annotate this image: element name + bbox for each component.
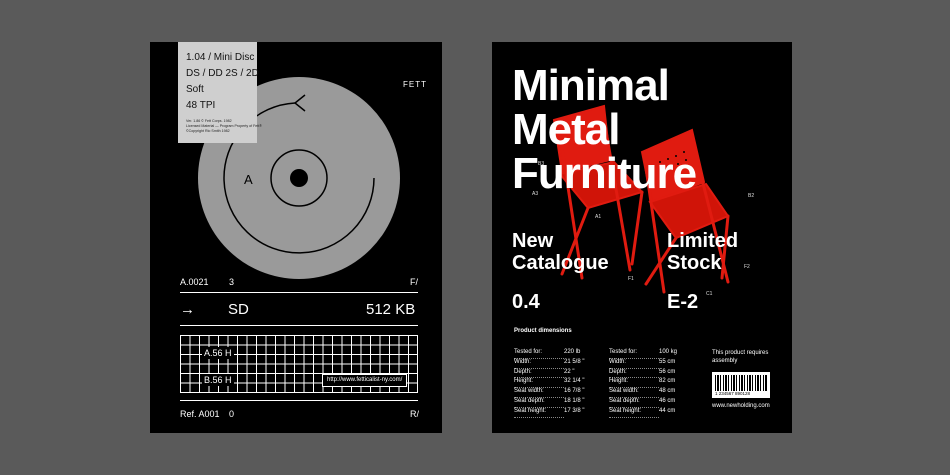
card-line-4: 48 TPI [186, 100, 216, 111]
right-code: E-2 [667, 291, 699, 313]
divider-3 [180, 400, 418, 401]
stock-label: Stock [667, 252, 722, 274]
catalogue-label: Catalogue [512, 252, 609, 274]
grid-label-a: A.56 H [202, 347, 234, 359]
left-code: 0.4 [512, 291, 540, 313]
limited-label: Limited [667, 230, 739, 252]
row1-mark: F/ [410, 277, 418, 287]
spec-value: 220 lb [564, 349, 581, 355]
headline-line-3: Furniture [512, 149, 697, 198]
disc-label-card: 1.04 / Mini Disc DS / DD 2S / 2D Soft 48… [178, 42, 262, 143]
disc-hub [290, 169, 308, 187]
card-small-1: Ver. 1.86 © Fett Corps. 1982 [186, 119, 232, 123]
spec-value: 56 cm [659, 368, 676, 375]
spec-row: Seat height: 17 3/8 " [514, 407, 584, 418]
card-line-2: DS / DD 2S / 2D [186, 68, 259, 79]
row3-ref: Ref. A001 [180, 409, 220, 419]
disc-side-label: A [244, 172, 253, 187]
density-label: SD [228, 301, 249, 318]
arrow-right-icon: → [180, 301, 195, 318]
marker-f1: F1 [628, 276, 634, 282]
marker-a3: A3 [532, 191, 539, 197]
spec-value: 100 kg [659, 349, 678, 355]
spec-value: 16 7/8 " [564, 388, 585, 395]
spec-row: Seat height: 44 cm [609, 407, 675, 418]
marker-f2: F2 [744, 264, 750, 270]
website-link[interactable]: www.newholding.com [712, 403, 770, 409]
capacity-label: 512 KB [366, 301, 416, 318]
spec-value: 17 3/8 " [564, 407, 585, 414]
dimensions-title: Product dimensions [514, 328, 572, 334]
card-line-3: Soft [186, 84, 204, 95]
brand-label: FETT [403, 80, 427, 89]
grid-label-b: B.56 H [202, 374, 234, 386]
spec-value: 82 cm [659, 378, 676, 385]
assembly-note-1: This product requires [712, 350, 769, 356]
barcode: 1 234567 890128 [712, 372, 770, 398]
spec-value: 32 1/4 " [564, 378, 585, 385]
divider-1 [180, 292, 418, 293]
card-small-2: Licensed Material — Program Property of … [186, 124, 262, 128]
row1-ref: A.0021 [180, 277, 209, 287]
barcode-digits: 1 234567 890128 [715, 391, 751, 396]
row3-mark: R/ [410, 409, 419, 419]
spec-value: 18 1/8 " [564, 398, 585, 404]
furniture-poster: Minimal Metal Furniture B3 A3 A1 B2 F1 F… [492, 42, 792, 433]
marker-a1: A1 [595, 214, 602, 220]
spec-value: 46 cm [659, 398, 676, 404]
row3-num: 0 [229, 409, 235, 419]
spec-value: 48 cm [659, 388, 676, 395]
spec-label: Seat height: [609, 407, 659, 418]
row1-num: 3 [229, 277, 235, 287]
spec-label: Seat height: [514, 407, 564, 418]
spec-value: 22 " [564, 368, 575, 375]
new-label: New [512, 230, 554, 252]
url-link[interactable]: http://www.fetticalist-ny.com/ [322, 374, 408, 387]
spec-value: 21 5/8 " [564, 358, 585, 365]
marker-b2: B2 [748, 193, 755, 199]
card-small-3: ©Copyright Rio Smith 1982 [186, 129, 230, 133]
disc-poster: 1.04 / Mini Disc DS / DD 2S / 2D Soft 48… [150, 42, 442, 433]
marker-b3: B3 [538, 161, 545, 167]
card-line-1: 1.04 / Mini Disc [186, 52, 255, 63]
headline-line-1: Minimal [512, 61, 670, 110]
headline-line-2: Metal [512, 105, 620, 154]
barcode-bars [715, 375, 767, 391]
assembly-note-2: assembly [712, 358, 738, 364]
divider-2 [180, 325, 418, 326]
marker-c1: C1 [706, 291, 713, 297]
spec-value: 55 cm [659, 358, 676, 365]
spec-value: 44 cm [659, 407, 676, 414]
